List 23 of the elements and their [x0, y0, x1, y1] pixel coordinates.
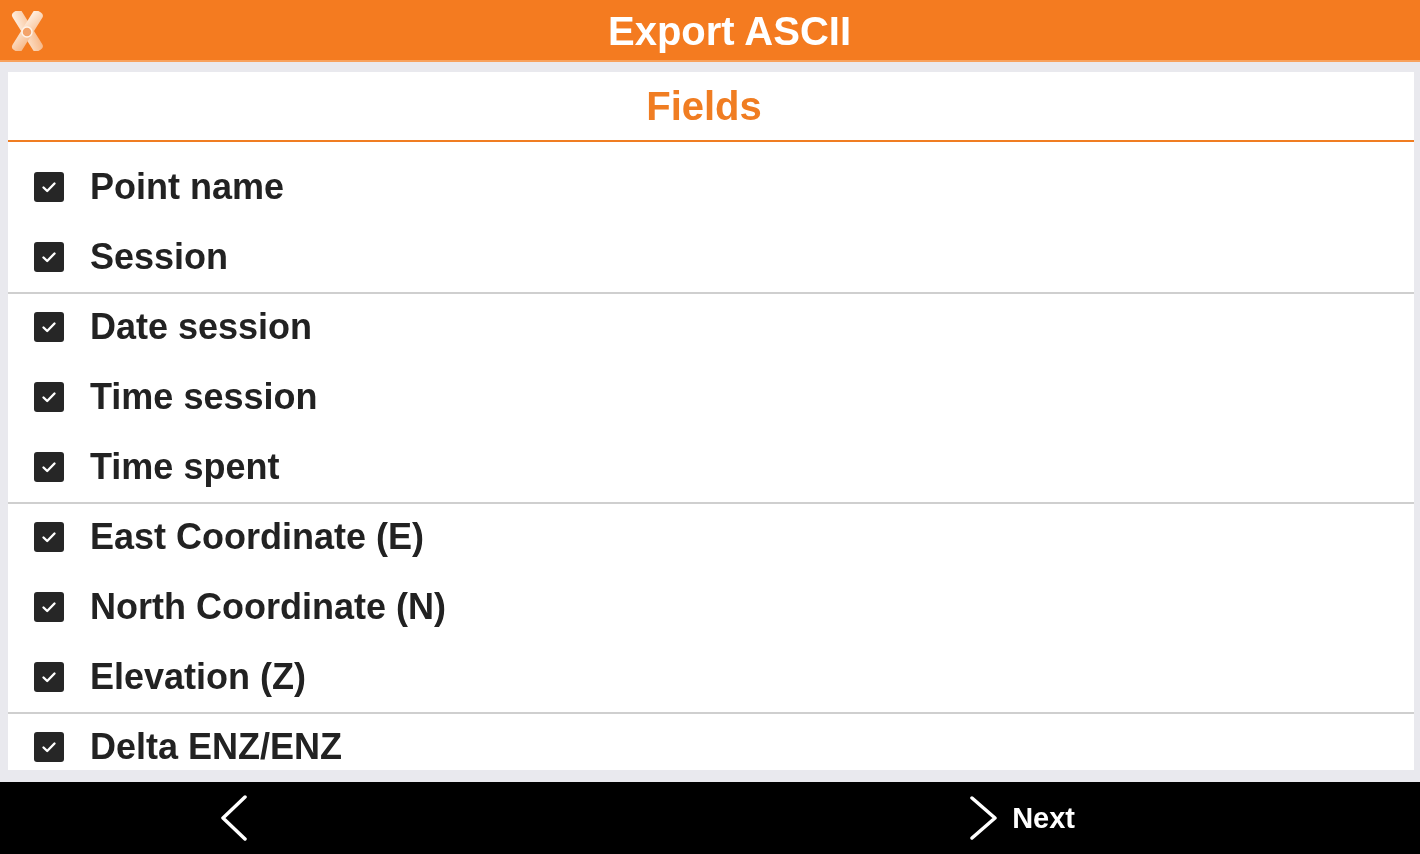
chevron-right-icon [970, 796, 999, 840]
field-label: Session [90, 238, 229, 276]
checkbox[interactable] [34, 312, 64, 342]
checkbox[interactable] [34, 592, 64, 622]
next-button[interactable]: Next [966, 796, 1079, 840]
field-label: Time session [90, 378, 318, 416]
checkbox[interactable] [34, 522, 64, 552]
checkbox[interactable] [34, 242, 64, 272]
checkbox[interactable] [34, 452, 64, 482]
field-label: Date session [90, 308, 313, 346]
field-label: East Coordinate (E) [90, 518, 425, 556]
section-title: Fields [646, 83, 762, 129]
checkbox[interactable] [34, 172, 64, 202]
chevron-left-icon [220, 795, 247, 841]
field-label: Delta ENZ/ENZ [90, 728, 343, 766]
field-label: Point name [90, 168, 285, 206]
window-title: Export ASCII [608, 8, 851, 54]
field-label: Time spent [90, 448, 280, 486]
checkbox[interactable] [34, 732, 64, 762]
field-label: North Coordinate (N) [90, 588, 446, 626]
checkbox[interactable] [34, 662, 64, 692]
checkbox[interactable] [34, 382, 64, 412]
field-label: Elevation (Z) [90, 658, 307, 696]
